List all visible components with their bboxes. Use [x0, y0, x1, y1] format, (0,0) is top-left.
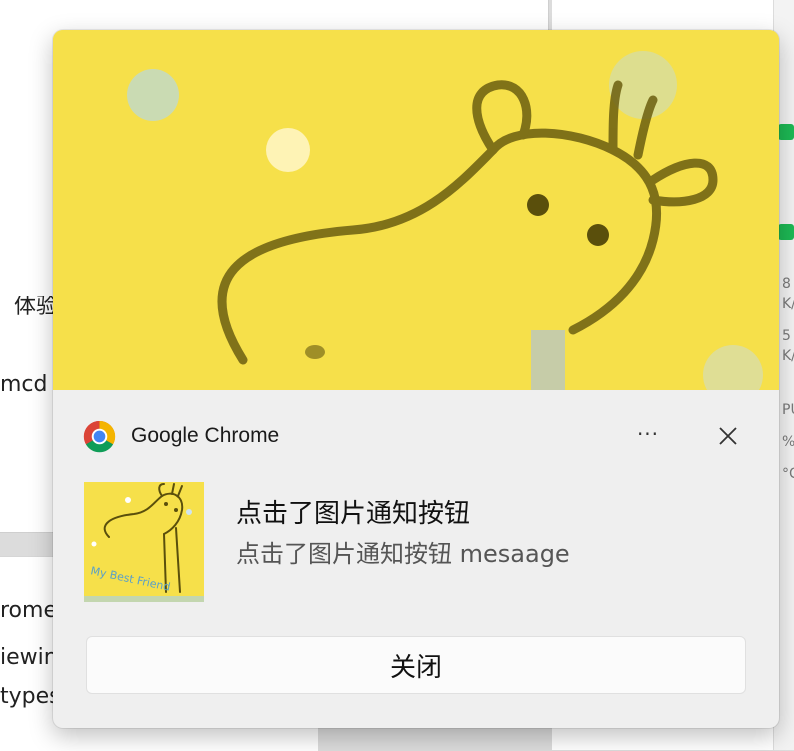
status-indicator: [778, 124, 794, 140]
edge-text: K/: [782, 348, 794, 364]
background-text: iewin: [0, 645, 58, 670]
edge-text: PU: [782, 402, 794, 418]
edge-text: 8: [782, 276, 791, 292]
app-name: Google Chrome: [131, 424, 280, 447]
background-text: types: [0, 684, 61, 709]
notification-toast[interactable]: Google Chrome ··· My Best Friend 点击了图片通知…: [53, 30, 779, 728]
background-text: mcd: [0, 372, 48, 397]
close-button[interactable]: [708, 416, 748, 456]
notification-title: 点击了图片通知按钮: [236, 499, 471, 529]
hero-image: [53, 30, 779, 390]
status-indicator: [778, 224, 794, 240]
edge-text: K/: [782, 296, 794, 312]
more-icon: ···: [636, 422, 660, 446]
edge-text: °C: [782, 466, 794, 482]
dismiss-action-label: 关闭: [389, 652, 442, 683]
notification-thumbnail: My Best Friend: [84, 482, 204, 602]
edge-text: 5: [782, 328, 791, 344]
background-text: rome: [0, 598, 57, 623]
dismiss-action-button[interactable]: 关闭: [86, 636, 746, 694]
toast-header: Google Chrome ···: [83, 420, 753, 454]
edge-text: %: [782, 434, 794, 450]
notification-message: 点击了图片通知按钮 mesaage: [236, 540, 570, 568]
chrome-logo-icon: [83, 420, 116, 453]
more-options-button[interactable]: ···: [628, 414, 668, 454]
close-icon: [719, 427, 737, 445]
